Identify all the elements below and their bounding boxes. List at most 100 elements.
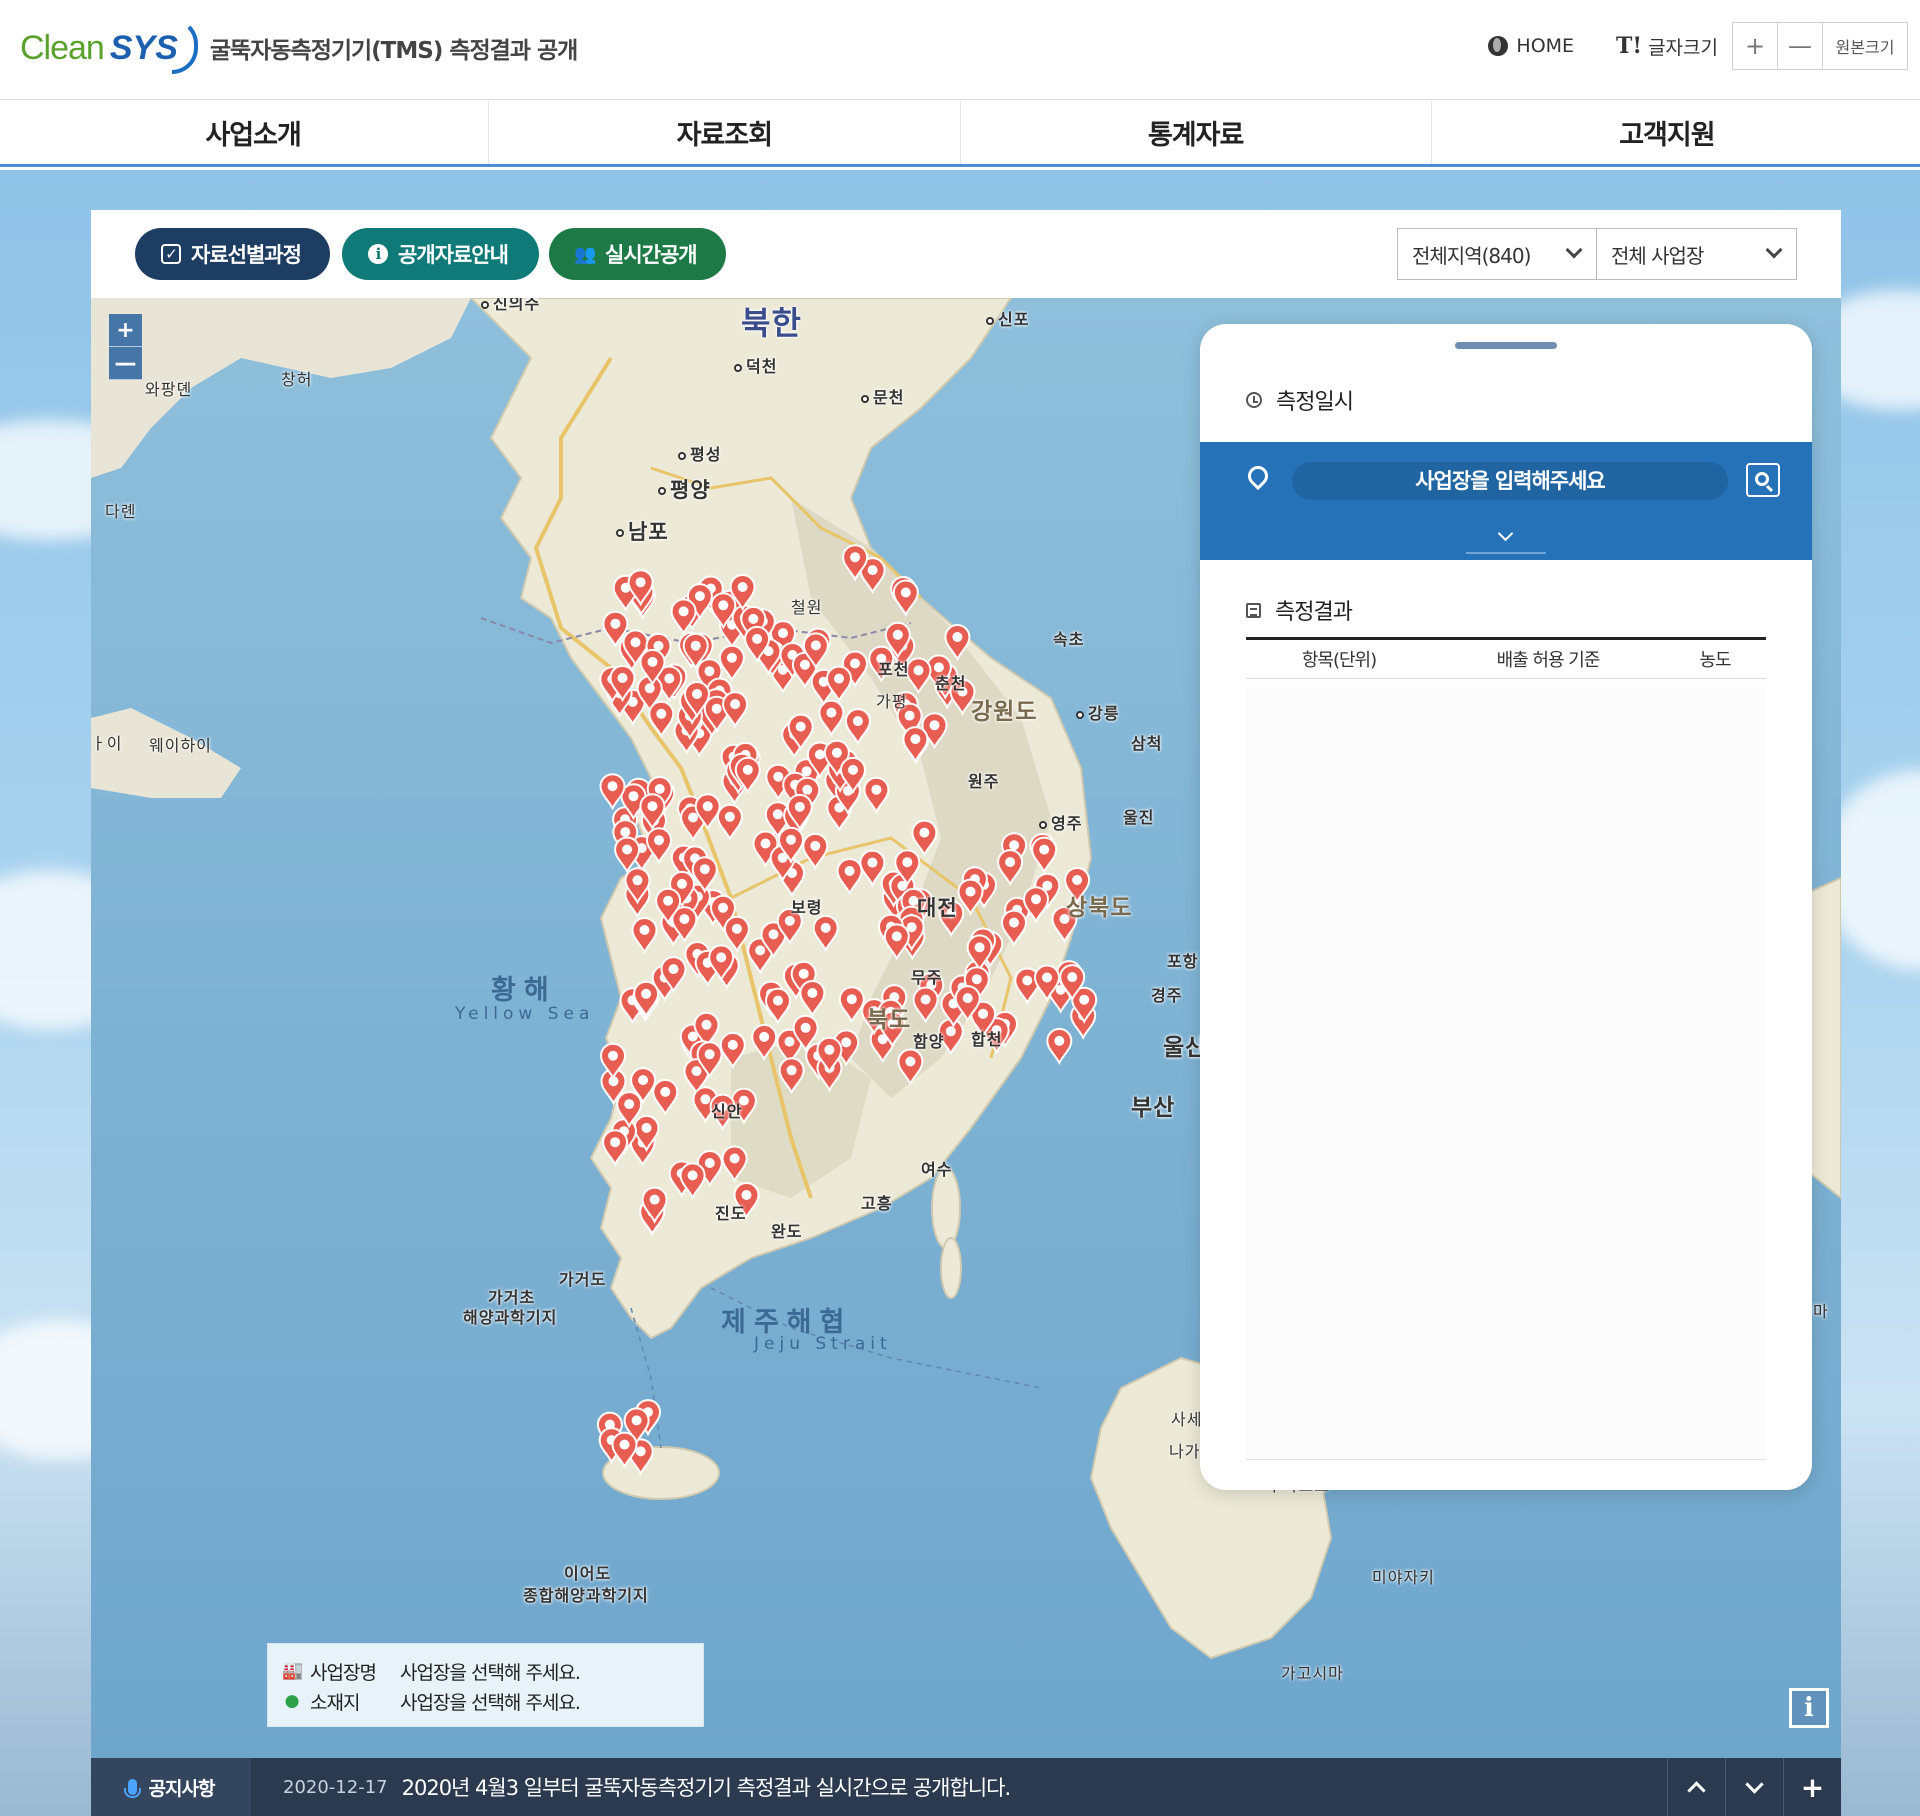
- tsushima-island: [931, 1167, 961, 1249]
- realtime-public-button[interactable]: 👥 실시간공개: [549, 228, 726, 280]
- map-toolbar: ✓ 자료선별과정 i 공개자료안내 👥 실시간공개 전체지역(840) 전체 사…: [91, 210, 1841, 298]
- chevron-down-icon: [1765, 241, 1783, 259]
- expand-toggle[interactable]: [1466, 522, 1546, 554]
- utility-bar: HOME T! 글자크기 + — 원본크기: [1488, 22, 1908, 70]
- globe-icon: [1488, 36, 1509, 56]
- yellow-sea-en-label: Yellow Sea: [455, 1004, 595, 1024]
- home-label: HOME: [1516, 35, 1575, 57]
- chevron-down-icon: [1497, 525, 1514, 542]
- map-label: 영주: [1039, 810, 1082, 834]
- site-select-value: 전체 사업장: [1611, 243, 1704, 268]
- zoom-in-button[interactable]: +: [109, 314, 142, 347]
- location-pin-icon: [1243, 461, 1273, 491]
- data-selection-process-label: 자료선별과정: [191, 243, 302, 267]
- map-label: 이어도: [564, 1564, 612, 1583]
- site-location-row: ● 소재지 사업장을 선택해 주세요.: [282, 1686, 689, 1716]
- map-label: 상북도: [1066, 895, 1133, 921]
- home-link[interactable]: HOME: [1488, 35, 1574, 57]
- map-label: 해양과학기지: [463, 1308, 558, 1327]
- map-label: 가평: [876, 692, 908, 711]
- chevron-down-icon: [1745, 1774, 1764, 1794]
- map-label: 함양: [913, 1032, 945, 1051]
- site-search-button[interactable]: [1746, 463, 1780, 497]
- font-increase-button[interactable]: +: [1733, 23, 1778, 69]
- site-search-band: [1200, 442, 1812, 560]
- map-label: 웨이하이: [149, 736, 212, 755]
- map-label: 신의주: [481, 298, 540, 314]
- info-icon: i: [368, 244, 388, 264]
- factory-icon: 🏭: [282, 1661, 304, 1681]
- result-table-body: [1246, 682, 1766, 1460]
- drag-handle[interactable]: [1455, 342, 1557, 349]
- nav-item-about[interactable]: 사업소개: [18, 101, 490, 164]
- logo-arc-icon: [171, 18, 198, 74]
- public-data-guide-label: 공개자료안내: [398, 243, 509, 267]
- map-label: 신안: [711, 1102, 743, 1121]
- region-select-value: 전체지역(840): [1412, 243, 1531, 268]
- users-icon: 👥: [574, 243, 596, 265]
- site-name-label: 사업장명: [310, 1661, 377, 1684]
- site-location-label: 소재지: [310, 1691, 360, 1714]
- selected-site-info: 🏭 사업장명 사업장을 선택해 주세요. ● 소재지 사업장을 선택해 주세요.: [267, 1643, 704, 1727]
- map-label: 평양: [658, 474, 711, 504]
- map-label: 남포: [616, 516, 669, 546]
- map-label: 경주: [1151, 986, 1183, 1005]
- site-logo[interactable]: Clean SYS 굴뚝자동측정기기(TMS) 측정결과 공개: [20, 18, 578, 78]
- map-label: 철원: [791, 598, 823, 617]
- font-size-icon: T!: [1616, 33, 1643, 59]
- map-label: 사세: [1171, 1410, 1203, 1429]
- map-label: 속초: [1053, 630, 1085, 649]
- logo-clean-text: Clean: [20, 28, 105, 67]
- logo-sys-text: SYS: [109, 28, 178, 67]
- font-decrease-button[interactable]: —: [1778, 23, 1823, 69]
- measurement-side-panel: 측정일시 측정결과 항목(단위) 배출 허용 기준: [1200, 324, 1812, 1490]
- datetime-title-text: 측정일시: [1276, 390, 1354, 415]
- notice-more-button[interactable]: +: [1783, 1758, 1841, 1816]
- map-label: 포항: [1167, 952, 1199, 971]
- font-size-buttons: + — 원본크기: [1732, 22, 1908, 70]
- site-select[interactable]: 전체 사업장: [1596, 228, 1797, 280]
- chevron-down-icon: [1565, 241, 1583, 259]
- data-selection-process-button[interactable]: ✓ 자료선별과정: [135, 228, 330, 280]
- notice-next-button[interactable]: [1725, 1758, 1783, 1816]
- result-table-header: 항목(단위) 배출 허용 기준 농도: [1246, 637, 1766, 679]
- notice-bar: 공지사항 2020-12-17 2020년 4월3 일부터 굴뚝자동측정기기 측…: [91, 1758, 1841, 1816]
- map-label: 진도: [715, 1204, 747, 1223]
- public-data-guide-button[interactable]: i 공개자료안내: [342, 228, 539, 280]
- map-label-north-korea: 북한: [741, 304, 802, 342]
- font-reset-button[interactable]: 원본크기: [1823, 23, 1907, 69]
- map-label: 원주: [968, 772, 1000, 791]
- result-table: 항목(단위) 배출 허용 기준 농도: [1246, 637, 1766, 679]
- map-info-button[interactable]: i: [1789, 1688, 1829, 1728]
- chevron-up-icon: [1687, 1780, 1706, 1800]
- jeju-strait-en-label: Jeju Strait: [754, 1334, 892, 1354]
- notice-prev-button[interactable]: [1667, 1758, 1725, 1816]
- main-nav: 사업소개 자료조회 통계자료 고객지원: [0, 101, 1920, 167]
- plus-icon: +: [1800, 1770, 1825, 1804]
- map-label: 북도: [867, 1007, 912, 1033]
- region-select[interactable]: 전체지역(840): [1397, 228, 1597, 280]
- site-location-value: 사업장을 선택해 주세요.: [400, 1691, 581, 1714]
- tsushima-island: [940, 1237, 962, 1299]
- map-view[interactable]: + — 신의주 북한 신포 덕천 문천 평성 평양 남포 와팡뎬 창허 다롄 ㅏ…: [91, 298, 1841, 1758]
- search-icon: [1755, 472, 1769, 486]
- site-name-value: 사업장을 선택해 주세요.: [400, 1661, 581, 1684]
- map-label: 창허: [281, 370, 313, 389]
- column-header-concentration: 농도: [1699, 650, 1731, 671]
- nav-item-support[interactable]: 고객지원: [1432, 101, 1902, 164]
- column-header-standard: 배출 허용 기준: [1496, 650, 1601, 671]
- nav-item-data-search[interactable]: 자료조회: [489, 101, 961, 164]
- notice-controls: +: [1667, 1758, 1841, 1816]
- map-label: 가고시마: [1281, 1664, 1344, 1683]
- notice-text[interactable]: 2020년 4월3 일부터 굴뚝자동측정기기 측정결과 실시간으로 공개합니다.: [402, 1772, 1012, 1802]
- font-size-label: 글자크기: [1648, 36, 1718, 59]
- map-label: 미야자키: [1372, 1568, 1435, 1587]
- yellow-sea-label: 황해: [491, 975, 557, 1006]
- nav-item-statistics[interactable]: 통계자료: [961, 101, 1432, 164]
- zoom-out-button[interactable]: —: [109, 347, 142, 380]
- site-search-input[interactable]: [1292, 462, 1728, 500]
- result-section-title: 측정결과: [1246, 594, 1353, 626]
- header: Clean SYS 굴뚝자동측정기기(TMS) 측정결과 공개 HOME T! …: [0, 0, 1920, 100]
- map-label: 평성: [678, 441, 721, 465]
- datetime-section-title: 측정일시: [1246, 384, 1354, 416]
